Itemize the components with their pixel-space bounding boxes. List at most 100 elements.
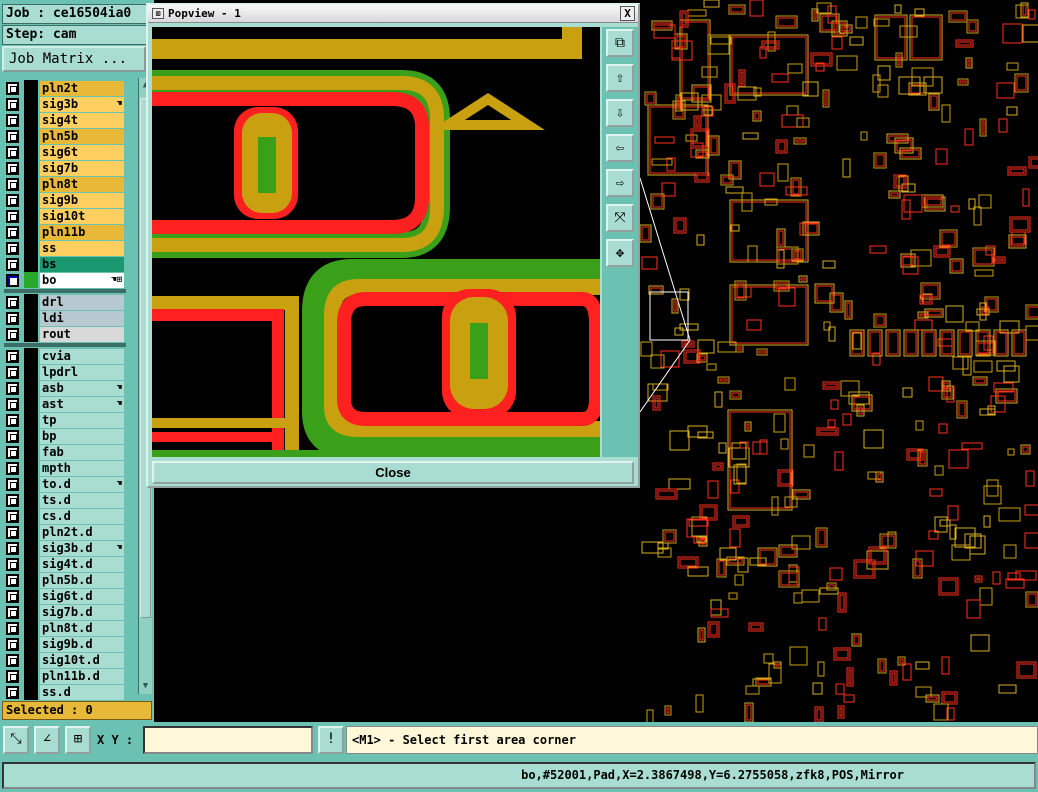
layer-row[interactable]: ast ☚	[2, 396, 138, 412]
layer-row[interactable]: sig3b ☚	[2, 96, 138, 112]
layer-checkbox[interactable]	[6, 398, 19, 411]
layer-checkbox[interactable]	[6, 146, 19, 159]
layer-name[interactable]: sig9b.d	[40, 637, 124, 652]
layer-row[interactable]: sig4t	[2, 112, 138, 128]
layer-row[interactable]: sig10t.d	[2, 652, 138, 668]
layer-checkbox[interactable]	[6, 210, 19, 223]
layer-checkbox[interactable]	[6, 654, 19, 667]
layer-name[interactable]: sig7b.d	[40, 605, 124, 620]
layer-name[interactable]: pln8t	[40, 177, 124, 192]
layer-name[interactable]: fab	[40, 445, 124, 460]
measure-icon[interactable]: ∠	[34, 726, 60, 754]
layer-name[interactable]: asb ☚	[40, 381, 124, 396]
layer-row[interactable]: rout	[2, 326, 138, 342]
zoom-out-icon[interactable]: ✥	[606, 239, 634, 267]
layer-row[interactable]: sig3b.d ☚	[2, 540, 138, 556]
layer-name[interactable]: sig6t.d	[40, 589, 124, 604]
layer-row[interactable]: cs.d	[2, 508, 138, 524]
layer-row[interactable]: fab	[2, 444, 138, 460]
layer-checkbox[interactable]	[6, 98, 19, 111]
layer-name[interactable]: pln11b.d	[40, 669, 124, 684]
layer-checkbox[interactable]	[6, 558, 19, 571]
layer-checkbox[interactable]	[6, 114, 19, 127]
layer-checkbox[interactable]	[6, 574, 19, 587]
layer-name[interactable]: sig4t	[40, 113, 124, 128]
layer-checkbox[interactable]	[6, 258, 19, 271]
layer-checkbox[interactable]	[6, 414, 19, 427]
layer-name[interactable]: bo ☚⊞	[40, 273, 124, 288]
layer-row[interactable]: pln2t	[2, 80, 138, 96]
layer-checkbox[interactable]	[6, 638, 19, 651]
layer-name[interactable]: sig3b.d ☚	[40, 541, 124, 556]
layer-row[interactable]: ss	[2, 240, 138, 256]
pan-down-icon[interactable]: ⇩	[606, 99, 634, 127]
layer-checkbox[interactable]	[6, 686, 19, 699]
popview-canvas[interactable]: 369	[152, 27, 600, 457]
layer-name[interactable]: ss.d	[40, 685, 124, 700]
layer-name[interactable]: ss	[40, 241, 124, 256]
layer-name[interactable]: ast ☚	[40, 397, 124, 412]
layer-name[interactable]: sig3b ☚	[40, 97, 124, 112]
layer-row[interactable]: to.d ☚	[2, 476, 138, 492]
layer-name[interactable]: ts.d	[40, 493, 124, 508]
layer-row[interactable]: pln8t.d	[2, 620, 138, 636]
layer-checkbox[interactable]	[6, 130, 19, 143]
layer-checkbox[interactable]	[6, 178, 19, 191]
layer-checkbox[interactable]	[6, 194, 19, 207]
layer-row[interactable]: sig6t.d	[2, 588, 138, 604]
layer-row[interactable]: cvia	[2, 348, 138, 364]
layer-row[interactable]: pln5b.d	[2, 572, 138, 588]
grid-icon[interactable]: ⊞	[65, 726, 91, 754]
layer-row[interactable]: pln5b	[2, 128, 138, 144]
layer-name[interactable]: ldi	[40, 311, 124, 326]
layer-checkbox[interactable]	[6, 312, 19, 325]
layer-name[interactable]: tp	[40, 413, 124, 428]
scroll-down-icon[interactable]: ▼	[140, 681, 151, 692]
main-graphic-canvas[interactable]	[640, 0, 1038, 722]
layer-name[interactable]: to.d ☚	[40, 477, 124, 492]
layer-row[interactable]: pln11b.d	[2, 668, 138, 684]
layer-checkbox[interactable]	[6, 542, 19, 555]
layer-name[interactable]: mpth	[40, 461, 124, 476]
job-matrix-button[interactable]: Job Matrix ...	[2, 46, 146, 72]
layer-row[interactable]: asb ☚	[2, 380, 138, 396]
layer-row[interactable]: mpth	[2, 460, 138, 476]
layer-checkbox[interactable]	[6, 462, 19, 475]
layer-name[interactable]: sig10t.d	[40, 653, 124, 668]
layer-checkbox[interactable]	[6, 494, 19, 507]
layer-row[interactable]: pln8t	[2, 176, 138, 192]
layer-name[interactable]: drl	[40, 295, 124, 310]
layer-row[interactable]: ldi	[2, 310, 138, 326]
layer-checkbox[interactable]	[6, 590, 19, 603]
snap-icon[interactable]: ⤡	[3, 726, 29, 754]
xy-input[interactable]	[143, 726, 313, 754]
layer-name[interactable]: rout	[40, 327, 124, 342]
layer-checkbox[interactable]	[6, 328, 19, 341]
layer-checkbox[interactable]	[6, 430, 19, 443]
layer-checkbox[interactable]	[6, 382, 19, 395]
layer-row[interactable]: sig10t	[2, 208, 138, 224]
layer-name[interactable]: sig10t	[40, 209, 124, 224]
popview-close-button[interactable]: Close	[152, 461, 634, 484]
layer-checkbox[interactable]	[6, 82, 19, 95]
layer-checkbox[interactable]	[6, 622, 19, 635]
layer-row[interactable]: ts.d	[2, 492, 138, 508]
zoom-in-icon[interactable]: ⤧	[606, 204, 634, 232]
layer-name[interactable]: lpdrl	[40, 365, 124, 380]
layer-row[interactable]: bo ☚⊞	[2, 272, 138, 288]
zoom-home-icon[interactable]: ⧉	[606, 29, 634, 57]
layer-name[interactable]: cvia	[40, 349, 124, 364]
layer-name[interactable]: sig9b	[40, 193, 124, 208]
layer-checkbox[interactable]	[6, 226, 19, 239]
layer-name[interactable]: cs.d	[40, 509, 124, 524]
layer-checkbox[interactable]	[6, 526, 19, 539]
layer-row[interactable]: pln2t.d	[2, 524, 138, 540]
layer-name[interactable]: sig6t	[40, 145, 124, 160]
layer-row[interactable]: bs	[2, 256, 138, 272]
layer-checkbox[interactable]	[6, 274, 19, 287]
layer-name[interactable]: pln5b.d	[40, 573, 124, 588]
layer-name[interactable]: bp	[40, 429, 124, 444]
layer-checkbox[interactable]	[6, 350, 19, 363]
layer-name[interactable]: sig7b	[40, 161, 124, 176]
layer-row[interactable]: sig7b.d	[2, 604, 138, 620]
